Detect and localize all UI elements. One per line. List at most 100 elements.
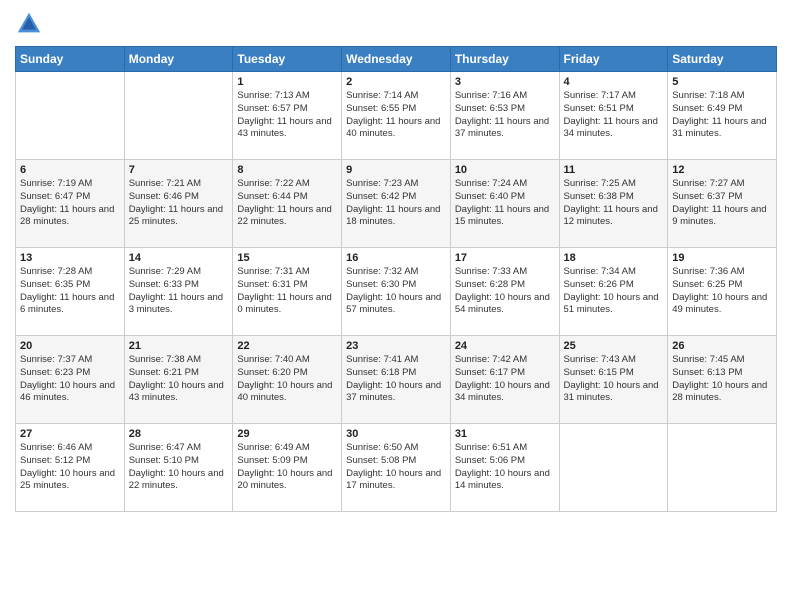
calendar-cell [124,72,233,160]
day-number: 1 [237,76,337,88]
calendar-cell [16,72,125,160]
calendar-cell: 21 Sunrise: 7:38 AMSunset: 6:21 PMDayligh… [124,336,233,424]
calendar-week-3: 13 Sunrise: 7:28 AMSunset: 6:35 PMDayligh… [16,248,777,336]
day-info: Sunrise: 7:43 AMSunset: 6:15 PMDaylight:… [564,354,664,405]
day-info: Sunrise: 7:41 AMSunset: 6:18 PMDaylight:… [346,354,446,405]
day-info: Sunrise: 7:38 AMSunset: 6:21 PMDaylight:… [129,354,229,405]
day-number: 6 [20,164,120,176]
calendar-cell: 4Sunrise: 7:17 AMSunset: 6:51 PMDaylight… [559,72,668,160]
col-header-sunday: Sunday [16,47,125,72]
calendar-cell: 10 Sunrise: 7:24 AMSunset: 6:40 PMDayligh… [450,160,559,248]
calendar-cell: 12Sunrise: 7:27 AMSunset: 6:37 PMDayligh… [668,160,777,248]
day-info: Sunrise: 7:45 AMSunset: 6:13 PMDaylight:… [672,354,772,405]
day-number: 8 [237,164,337,176]
day-number: 19 [672,252,772,264]
calendar-cell: 13 Sunrise: 7:28 AMSunset: 6:35 PMDayligh… [16,248,125,336]
col-header-wednesday: Wednesday [342,47,451,72]
day-info: Sunrise: 7:25 AMSunset: 6:38 PMDaylight:… [564,178,664,229]
day-number: 21 [129,340,229,352]
day-info: Sunrise: 7:33 AMSunset: 6:28 PMDaylight:… [455,266,555,317]
day-info: Sunrise: 7:32 AMSunset: 6:30 PMDaylight:… [346,266,446,317]
day-info: Sunrise: 7:13 AMSunset: 6:57 PMDaylight:… [237,90,337,141]
header [15,10,777,38]
day-number: 24 [455,340,555,352]
calendar-cell: 28 Sunrise: 6:47 AMSunset: 5:10 PMDayligh… [124,424,233,512]
calendar-week-2: 6 Sunrise: 7:19 AMSunset: 6:47 PMDaylight… [16,160,777,248]
day-info: Sunrise: 7:22 AMSunset: 6:44 PMDaylight:… [237,178,337,229]
calendar-week-4: 20Sunrise: 7:37 AMSunset: 6:23 PMDayligh… [16,336,777,424]
day-number: 14 [129,252,229,264]
day-number: 10 [455,164,555,176]
calendar: SundayMondayTuesdayWednesdayThursdayFrid… [15,46,777,512]
calendar-cell: 20Sunrise: 7:37 AMSunset: 6:23 PMDayligh… [16,336,125,424]
col-header-thursday: Thursday [450,47,559,72]
logo [15,10,47,38]
calendar-cell: 14 Sunrise: 7:29 AMSunset: 6:33 PMDayligh… [124,248,233,336]
calendar-cell: 29 Sunrise: 6:49 AMSunset: 5:09 PMDayligh… [233,424,342,512]
day-info: Sunrise: 6:51 AMSunset: 5:06 PMDaylight:… [455,442,555,493]
calendar-cell: 24Sunrise: 7:42 AMSunset: 6:17 PMDayligh… [450,336,559,424]
day-info: Sunrise: 7:28 AMSunset: 6:35 PMDaylight:… [20,266,120,317]
day-info: Sunrise: 7:21 AMSunset: 6:46 PMDaylight:… [129,178,229,229]
day-info: Sunrise: 6:47 AMSunset: 5:10 PMDaylight:… [129,442,229,493]
calendar-cell: 1 Sunrise: 7:13 AMSunset: 6:57 PMDaylight… [233,72,342,160]
calendar-cell: 16 Sunrise: 7:32 AMSunset: 6:30 PMDayligh… [342,248,451,336]
calendar-cell: 5Sunrise: 7:18 AMSunset: 6:49 PMDaylight… [668,72,777,160]
day-number: 23 [346,340,446,352]
day-info: Sunrise: 7:24 AMSunset: 6:40 PMDaylight:… [455,178,555,229]
col-header-monday: Monday [124,47,233,72]
calendar-cell: 11 Sunrise: 7:25 AMSunset: 6:38 PMDayligh… [559,160,668,248]
day-info: Sunrise: 6:50 AMSunset: 5:08 PMDaylight:… [346,442,446,493]
day-info: Sunrise: 6:49 AMSunset: 5:09 PMDaylight:… [237,442,337,493]
calendar-cell: 2 Sunrise: 7:14 AMSunset: 6:55 PMDaylight… [342,72,451,160]
day-info: Sunrise: 7:34 AMSunset: 6:26 PMDaylight:… [564,266,664,317]
day-info: Sunrise: 7:40 AMSunset: 6:20 PMDaylight:… [237,354,337,405]
day-number: 2 [346,76,446,88]
day-number: 25 [564,340,664,352]
day-number: 18 [564,252,664,264]
calendar-cell: 26 Sunrise: 7:45 AMSunset: 6:13 PMDayligh… [668,336,777,424]
day-info: Sunrise: 7:16 AMSunset: 6:53 PMDaylight:… [455,90,555,141]
day-number: 4 [564,76,664,88]
calendar-cell [559,424,668,512]
day-number: 28 [129,428,229,440]
calendar-cell: 18 Sunrise: 7:34 AMSunset: 6:26 PMDayligh… [559,248,668,336]
col-header-friday: Friday [559,47,668,72]
day-number: 16 [346,252,446,264]
col-header-saturday: Saturday [668,47,777,72]
day-info: Sunrise: 7:36 AMSunset: 6:25 PMDaylight:… [672,266,772,317]
logo-icon [15,10,43,38]
day-number: 30 [346,428,446,440]
day-number: 9 [346,164,446,176]
calendar-cell: 3 Sunrise: 7:16 AMSunset: 6:53 PMDaylight… [450,72,559,160]
calendar-cell: 30 Sunrise: 6:50 AMSunset: 5:08 PMDayligh… [342,424,451,512]
day-info: Sunrise: 7:23 AMSunset: 6:42 PMDaylight:… [346,178,446,229]
day-info: Sunrise: 7:27 AMSunset: 6:37 PMDaylight:… [672,178,772,229]
day-info: Sunrise: 7:19 AMSunset: 6:47 PMDaylight:… [20,178,120,229]
day-number: 20 [20,340,120,352]
calendar-cell: 17Sunrise: 7:33 AMSunset: 6:28 PMDayligh… [450,248,559,336]
calendar-cell: 19 Sunrise: 7:36 AMSunset: 6:25 PMDayligh… [668,248,777,336]
day-number: 7 [129,164,229,176]
day-number: 27 [20,428,120,440]
calendar-cell: 23 Sunrise: 7:41 AMSunset: 6:18 PMDayligh… [342,336,451,424]
day-info: Sunrise: 7:29 AMSunset: 6:33 PMDaylight:… [129,266,229,317]
day-number: 29 [237,428,337,440]
day-number: 26 [672,340,772,352]
day-number: 15 [237,252,337,264]
calendar-cell: 9 Sunrise: 7:23 AMSunset: 6:42 PMDaylight… [342,160,451,248]
calendar-cell: 15Sunrise: 7:31 AMSunset: 6:31 PMDayligh… [233,248,342,336]
day-info: Sunrise: 7:14 AMSunset: 6:55 PMDaylight:… [346,90,446,141]
day-number: 31 [455,428,555,440]
calendar-cell: 6 Sunrise: 7:19 AMSunset: 6:47 PMDaylight… [16,160,125,248]
calendar-cell [668,424,777,512]
calendar-week-1: 1 Sunrise: 7:13 AMSunset: 6:57 PMDaylight… [16,72,777,160]
day-number: 11 [564,164,664,176]
day-number: 3 [455,76,555,88]
day-number: 13 [20,252,120,264]
calendar-cell: 25 Sunrise: 7:43 AMSunset: 6:15 PMDayligh… [559,336,668,424]
calendar-cell: 31 Sunrise: 6:51 AMSunset: 5:06 PMDayligh… [450,424,559,512]
day-number: 22 [237,340,337,352]
day-info: Sunrise: 6:46 AMSunset: 5:12 PMDaylight:… [20,442,120,493]
day-info: Sunrise: 7:18 AMSunset: 6:49 PMDaylight:… [672,90,772,141]
